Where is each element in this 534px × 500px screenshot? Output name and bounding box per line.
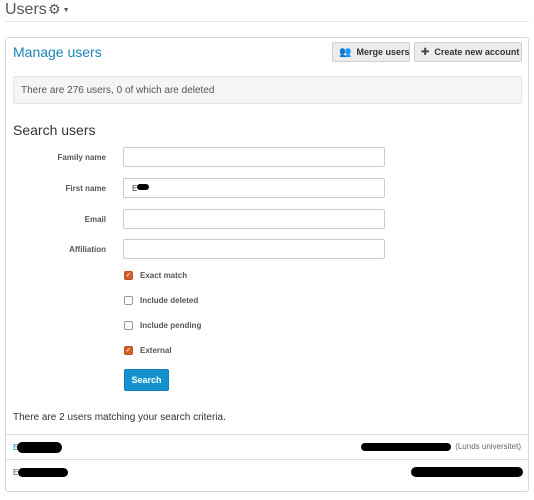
result-row[interactable]: E (Lunds universitet) [6, 434, 528, 458]
user-count-summary: There are 276 users, 0 of which are dele… [13, 76, 522, 104]
settings-menu-toggle[interactable]: ⚙ ▼ [48, 1, 70, 18]
redaction-mark [17, 442, 62, 453]
affiliation-label: Affiliation [69, 245, 106, 254]
include-pending-option[interactable]: Include pending [124, 319, 201, 331]
create-account-button[interactable]: ✚ Create new account [414, 42, 522, 62]
family-name-label: Family name [57, 153, 106, 162]
merge-users-button[interactable]: 👥 Merge users [332, 42, 410, 62]
redaction-mark [361, 443, 451, 451]
include-deleted-label: Include deleted [140, 295, 199, 305]
page-title: Users [5, 1, 47, 18]
redaction-mark [18, 468, 68, 477]
redaction-mark [137, 184, 149, 190]
exact-match-checkbox[interactable]: ✓ [124, 270, 133, 280]
family-name-input[interactable] [123, 147, 385, 167]
exact-match-option[interactable]: ✓ Exact match [124, 269, 187, 281]
plus-icon: ✚ [421, 46, 430, 58]
manage-users-panel: Manage users 👥 Merge users ✚ Create new … [5, 37, 529, 492]
gear-icon: ⚙ [48, 1, 61, 17]
first-name-input[interactable] [123, 178, 385, 198]
create-account-label: Create new account [434, 47, 520, 57]
page-header: Users ⚙ ▼ [5, 0, 529, 22]
search-users-heading: Search users [13, 122, 96, 138]
email-label: Email [84, 215, 106, 224]
exact-match-label: Exact match [140, 270, 188, 280]
results-summary: There are 2 users matching your search c… [13, 412, 226, 423]
external-checkbox[interactable]: ✓ [124, 345, 133, 355]
include-deleted-option[interactable]: Include deleted [124, 294, 198, 306]
include-pending-checkbox[interactable] [124, 320, 133, 330]
panel-header: Manage users 👥 Merge users ✚ Create new … [6, 38, 528, 67]
result-row[interactable]: E [6, 459, 528, 483]
redaction-mark [411, 467, 523, 477]
caret-down-icon: ▼ [62, 6, 70, 14]
include-deleted-checkbox[interactable] [124, 295, 133, 305]
users-icon: 👥 [339, 46, 352, 58]
external-label: External [140, 345, 172, 355]
first-name-label: First name [65, 184, 106, 193]
email-input[interactable] [123, 209, 385, 229]
affiliation-input[interactable] [123, 239, 385, 259]
panel-title: Manage users [13, 44, 102, 60]
external-option[interactable]: ✓ External [124, 344, 172, 356]
merge-users-label: Merge users [356, 47, 410, 57]
search-button[interactable]: Search [124, 369, 169, 391]
result-affiliation: (Lunds universitet) [455, 442, 521, 451]
include-pending-label: Include pending [140, 320, 202, 330]
